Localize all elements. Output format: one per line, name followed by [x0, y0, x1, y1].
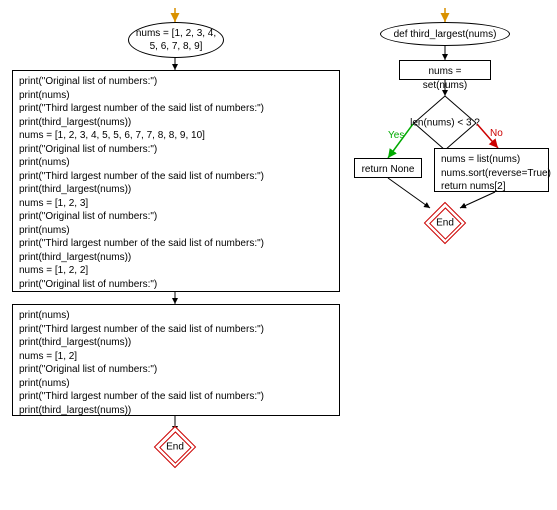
code-line: print(nums) [19, 89, 333, 103]
def-node-text: def third_largest(nums) [394, 28, 497, 41]
code-line: print("Original list of numbers:") [19, 278, 333, 292]
code-line: print("Third largest number of the said … [19, 390, 333, 404]
code-line: return nums[2] [441, 180, 542, 194]
code-line: print(third_largest(nums)) [19, 336, 333, 350]
end-node-left: End [160, 432, 190, 462]
code-line: nums = [1, 2, 3, 4, 5, 5, 6, 7, 7, 8, 8,… [19, 129, 333, 143]
code-line: print(third_largest(nums)) [19, 404, 333, 418]
start-node-left: nums = [1, 2, 3, 4, 5, 6, 7, 8, 9] [128, 22, 224, 58]
decision-node: len(nums) < 3 ? [414, 96, 476, 150]
code-line: print("Third largest number of the said … [19, 323, 333, 337]
code-line: nums = [1, 2, 2] [19, 264, 333, 278]
set-node-text: nums = set(nums) [423, 66, 467, 91]
end-node-right: End [430, 208, 460, 238]
no-label: No [490, 128, 503, 139]
end-label-left: End [166, 442, 184, 453]
start-node-left-text: nums = [1, 2, 3, 4, 5, 6, 7, 8, 9] [131, 27, 221, 53]
end-label-right: End [436, 218, 454, 229]
code-line: print("Original list of numbers:") [19, 363, 333, 377]
code-line: nums = [1, 2, 3] [19, 197, 333, 211]
code-line: print(nums) [19, 377, 333, 391]
yes-branch-text: return None [362, 164, 415, 175]
code-line: print(nums) [19, 156, 333, 170]
code-line: nums = [1, 2] [19, 350, 333, 364]
code-line: print(third_largest(nums)) [19, 251, 333, 265]
set-node: nums = set(nums) [399, 60, 491, 80]
code-line: print(nums) [19, 309, 333, 323]
no-branch-node: nums = list(nums)nums.sort(reverse=True)… [434, 148, 549, 192]
yes-label: Yes [388, 130, 404, 141]
code-line: print("Third largest number of the said … [19, 237, 333, 251]
code-line: nums = list(nums) [441, 153, 542, 167]
code-line: print("Original list of numbers:") [19, 210, 333, 224]
code-line: print("Original list of numbers:") [19, 143, 333, 157]
code-line: print(third_largest(nums)) [19, 116, 333, 130]
code-line: print("Third largest number of the said … [19, 170, 333, 184]
code-line: nums.sort(reverse=True) [441, 167, 542, 181]
def-node: def third_largest(nums) [380, 22, 510, 46]
decision-text: len(nums) < 3 ? [410, 118, 480, 129]
code-line: print("Original list of numbers:") [19, 75, 333, 89]
code-line: print(third_largest(nums)) [19, 183, 333, 197]
code-block-1: print("Original list of numbers:")print(… [12, 70, 340, 292]
code-block-2: print(nums)print("Third largest number o… [12, 304, 340, 416]
code-line: print(nums) [19, 224, 333, 238]
code-line: print("Third largest number of the said … [19, 102, 333, 116]
yes-branch-node: return None [354, 158, 422, 178]
